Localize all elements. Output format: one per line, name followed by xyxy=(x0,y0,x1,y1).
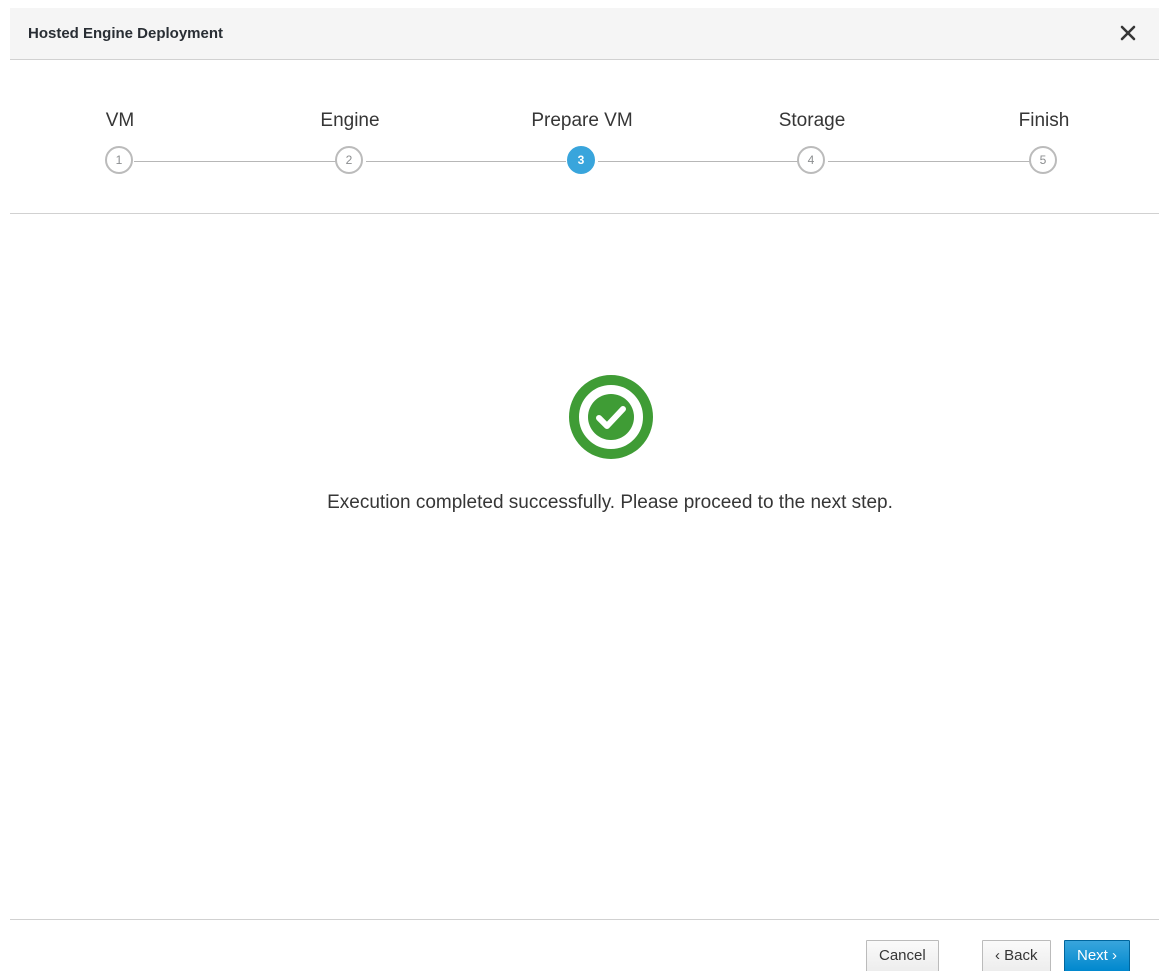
hosted-engine-dialog: Hosted Engine Deployment VM 1 Engine 2 P… xyxy=(0,0,1159,971)
step-number: 1 xyxy=(105,146,133,174)
step-label: Engine xyxy=(320,110,380,131)
dialog-header: Hosted Engine Deployment xyxy=(10,8,1159,60)
wizard-step-engine[interactable]: Engine 2 xyxy=(270,60,430,190)
step-number: 2 xyxy=(335,146,363,174)
status-message: Execution completed successfully. Please… xyxy=(327,492,893,513)
step-number: 4 xyxy=(797,146,825,174)
wizard-step-storage[interactable]: Storage 4 xyxy=(732,60,892,190)
cancel-button[interactable]: Cancel xyxy=(866,940,939,971)
close-button[interactable] xyxy=(1115,20,1141,46)
step-number: 3 xyxy=(567,146,595,174)
wizard-body: Execution completed successfully. Please… xyxy=(10,214,1159,919)
back-button[interactable]: ‹ Back xyxy=(982,940,1051,971)
wizard-step-prepare-vm[interactable]: Prepare VM 3 xyxy=(502,60,662,190)
wizard-step-finish[interactable]: Finish 5 xyxy=(964,60,1124,190)
wizard-step-vm[interactable]: VM 1 xyxy=(40,60,200,190)
check-circle-icon xyxy=(569,375,653,459)
next-button[interactable]: Next › xyxy=(1064,940,1131,971)
step-label: Storage xyxy=(778,110,846,131)
dialog-title: Hosted Engine Deployment xyxy=(28,25,224,42)
step-number: 5 xyxy=(1029,146,1057,174)
wizard-steps: VM 1 Engine 2 Prepare VM 3 Storage 4 Fin… xyxy=(10,60,1159,214)
dialog-footer: Cancel ‹ Back Next › xyxy=(10,919,1159,971)
close-icon xyxy=(1120,25,1136,41)
step-label: Prepare VM xyxy=(531,110,633,131)
step-label: VM xyxy=(105,110,135,131)
step-label: Finish xyxy=(1018,110,1070,131)
